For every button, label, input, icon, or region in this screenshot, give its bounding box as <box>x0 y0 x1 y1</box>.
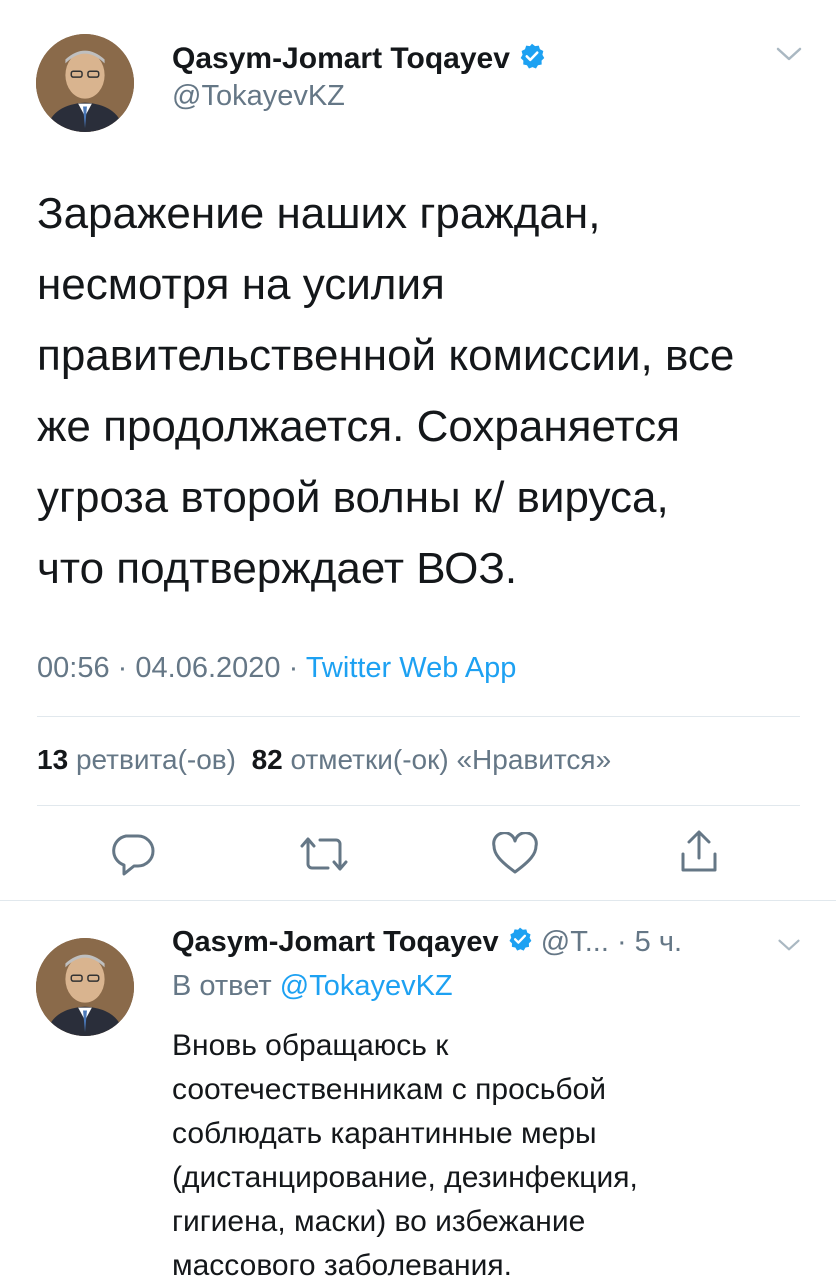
avatar-portrait <box>36 938 134 1036</box>
verified-badge-icon <box>518 42 546 78</box>
divider <box>37 805 800 806</box>
likes-count: 82 <box>251 744 283 775</box>
tweet-text-line: что подтверждает ВОЗ. <box>37 544 518 593</box>
tweet-text-line: правительственной комиссии, все <box>37 331 735 380</box>
reply-text-line: гигиена, маски) во избежание <box>172 1205 586 1238</box>
tweet-text-line: Заражение наших граждан, <box>37 189 601 238</box>
reply-context: В ответ @TokayevKZ <box>172 970 453 1003</box>
reply-text-line: соотечественникам с просьбой <box>172 1073 607 1106</box>
tweet-time[interactable]: 00:56 <box>37 652 110 684</box>
reply-prefix: В ответ <box>172 970 272 1002</box>
retweets-stat[interactable]: 13 ретвита(-ов) <box>37 744 236 775</box>
avatar-portrait <box>36 34 134 132</box>
meta-separator: · <box>117 652 128 684</box>
reply-tweet-text: Вновь обращаюсь к соотечественникам с пр… <box>172 1024 812 1288</box>
tweet-date[interactable]: 04.06.2020 <box>135 652 280 684</box>
reply-author-avatar[interactable] <box>36 938 134 1036</box>
retweets-label: ретвита(-ов) <box>75 744 236 775</box>
likes-stat[interactable]: 82 отметки(-ок) «Нравится» <box>252 744 612 775</box>
reply-header: Qasym-Jomart Toqayev @T... · 5 ч. <box>172 926 682 960</box>
like-icon[interactable] <box>490 832 540 876</box>
author-name-text[interactable]: Qasym-Jomart Toqayev <box>172 42 510 75</box>
retweets-count: 13 <box>37 744 69 775</box>
likes-label: отметки(-ок) «Нравится» <box>290 744 612 775</box>
divider <box>37 716 800 717</box>
reply-text-line: (дистанцирование, дезинфекция, <box>172 1161 638 1194</box>
retweet-icon[interactable] <box>296 834 352 874</box>
verified-badge-icon <box>507 926 533 960</box>
author-name[interactable]: Qasym-Jomart Toqayev <box>172 42 546 78</box>
share-icon[interactable] <box>677 828 721 876</box>
reply-time[interactable]: · 5 ч. <box>617 926 682 958</box>
reply-author-handle[interactable]: @T... <box>541 926 609 958</box>
reply-icon[interactable] <box>108 832 156 876</box>
author-handle[interactable]: @TokayevKZ <box>172 80 345 113</box>
reply-text-line: Вновь обращаюсь к <box>172 1029 449 1062</box>
reply-to-link[interactable]: @TokayevKZ <box>280 970 453 1002</box>
tweet-text: Заражение наших граждан, несмотря на уси… <box>37 178 817 604</box>
tweet-meta: 00:56 · 04.06.2020 · Twitter Web App <box>37 652 516 685</box>
tweet-text-line: же продолжается. Сохраняется <box>37 402 680 451</box>
chevron-down-icon[interactable] <box>776 936 802 959</box>
tweet-stats: 13 ретвита(-ов) 82 отметки(-ок) «Нравитс… <box>37 744 611 776</box>
reply-author-name[interactable]: Qasym-Jomart Toqayev <box>172 926 499 958</box>
meta-separator: · <box>288 652 299 684</box>
tweet-text-line: угроза второй волны к/ вируса, <box>37 473 669 522</box>
reply-text-line: соблюдать карантинные меры <box>172 1117 597 1150</box>
chevron-down-icon[interactable] <box>774 44 804 69</box>
tweet-client-link[interactable]: Twitter Web App <box>306 652 517 684</box>
divider <box>0 900 836 901</box>
reply-text-line: массового заболевания. <box>172 1249 512 1282</box>
author-avatar[interactable] <box>36 34 134 132</box>
tweet-text-line: несмотря на усилия <box>37 260 445 309</box>
